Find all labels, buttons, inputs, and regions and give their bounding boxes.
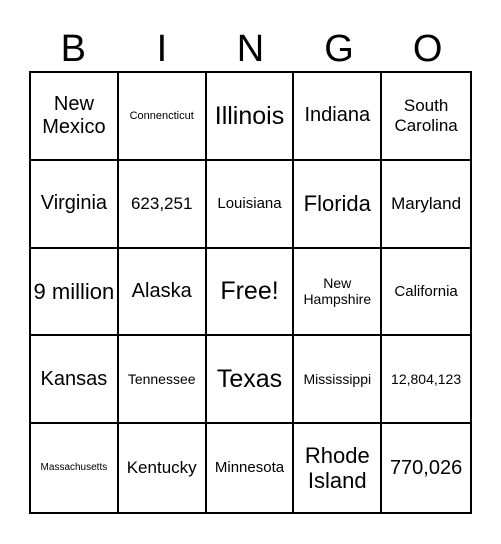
- bingo-cell[interactable]: Tennessee: [118, 336, 207, 425]
- header-letter-o: O: [412, 28, 443, 70]
- bingo-cell[interactable]: South Carolina: [382, 73, 470, 161]
- bingo-card-grid: New Mexico Connencticut Illinois Indiana…: [29, 71, 472, 514]
- bingo-cell[interactable]: Minnesota: [207, 424, 295, 512]
- bingo-cell[interactable]: Connencticut: [118, 73, 207, 161]
- bingo-cell[interactable]: Maryland: [382, 161, 470, 249]
- bingo-cell[interactable]: Virginia: [31, 160, 119, 249]
- bingo-cell[interactable]: Kentucky: [119, 424, 207, 512]
- bingo-cell[interactable]: Florida: [294, 160, 383, 249]
- header-letter-n: N: [236, 28, 265, 70]
- header-letter-b: B: [60, 28, 86, 70]
- free-space-cell[interactable]: Free!: [206, 248, 295, 337]
- bingo-cell[interactable]: New Mexico: [31, 73, 119, 161]
- bingo-cell[interactable]: 9 million: [31, 248, 119, 337]
- bingo-cell[interactable]: 12,804,123: [382, 336, 470, 425]
- bingo-cell[interactable]: Alaska: [118, 248, 207, 337]
- bingo-cell[interactable]: Mississippi: [294, 336, 383, 425]
- bingo-cell[interactable]: Rhode Island: [294, 424, 383, 512]
- bingo-cell[interactable]: Texas: [206, 336, 295, 425]
- header-letter-g: G: [324, 28, 354, 70]
- bingo-cell[interactable]: 623,251: [118, 160, 207, 249]
- header-letter-i: I: [156, 28, 168, 70]
- bingo-cell[interactable]: Indiana: [294, 73, 383, 161]
- bingo-header: B I N G O: [29, 26, 472, 72]
- bingo-cell[interactable]: New Hampshire: [294, 248, 383, 337]
- bingo-cell[interactable]: Massachusetts: [31, 424, 119, 512]
- bingo-cell[interactable]: Illinois: [206, 73, 295, 161]
- bingo-cell[interactable]: California: [382, 249, 470, 337]
- bingo-cell[interactable]: 770,026: [382, 424, 470, 512]
- bingo-cell[interactable]: Kansas: [31, 336, 119, 425]
- bingo-cell[interactable]: Louisiana: [206, 160, 295, 249]
